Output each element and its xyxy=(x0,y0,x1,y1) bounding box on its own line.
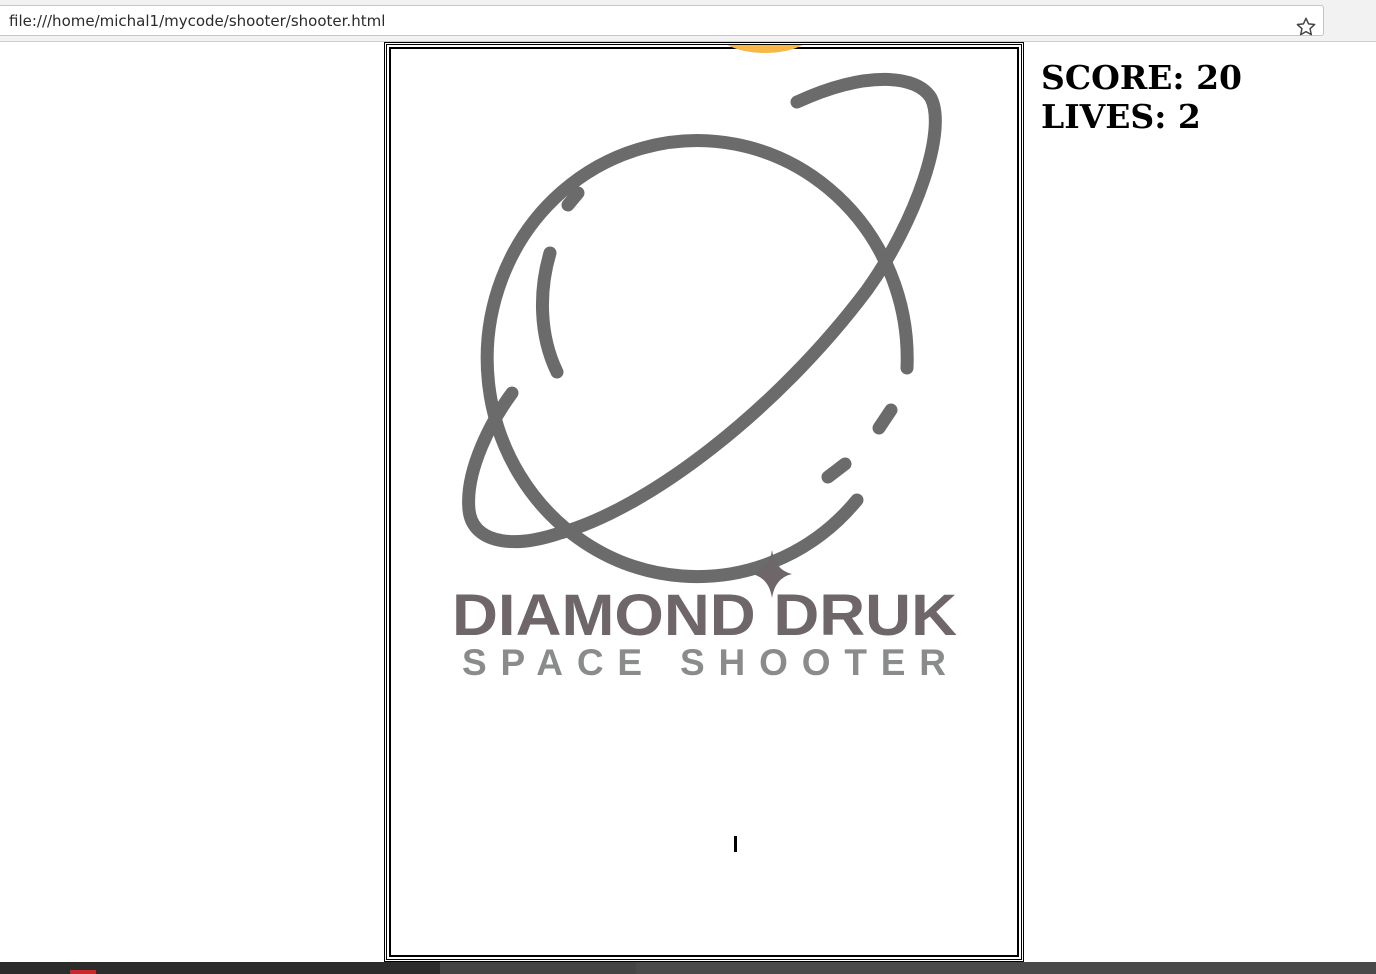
taskbar-segment[interactable] xyxy=(440,962,636,974)
planet-highlight-3 xyxy=(872,403,898,435)
url-text[interactable]: file:///home/michal1/mycode/shooter/shoo… xyxy=(9,12,385,30)
diamond-druk-logo: DIAMOND DRUK SPACE SHOOTER xyxy=(452,72,957,683)
lives-display: LIVES: 2 xyxy=(1041,97,1201,136)
planet-highlight-1 xyxy=(561,186,585,212)
logo-brand-text: DIAMOND DRUK xyxy=(452,583,957,648)
score-display: SCORE: 20 xyxy=(1041,58,1243,97)
planet-highlight-2 xyxy=(535,246,564,379)
logo-tagline-text: SPACE SHOOTER xyxy=(462,642,946,683)
star-outline-icon[interactable] xyxy=(1295,16,1317,38)
planet-highlight-4 xyxy=(821,457,852,484)
address-bar[interactable]: file:///home/michal1/mycode/shooter/shoo… xyxy=(0,5,1324,36)
taskbar-segment[interactable] xyxy=(0,962,440,974)
browser-toolbar: file:///home/michal1/mycode/shooter/shoo… xyxy=(0,0,1376,42)
player-ship xyxy=(734,836,737,852)
taskbar-segment[interactable] xyxy=(636,962,1376,974)
hud: SCORE: 20 LIVES: 2 xyxy=(1041,58,1242,136)
game-canvas[interactable]: DIAMOND DRUK SPACE SHOOTER xyxy=(384,42,1024,962)
os-taskbar xyxy=(0,962,1376,974)
taskbar-app-indicator[interactable] xyxy=(70,970,96,974)
